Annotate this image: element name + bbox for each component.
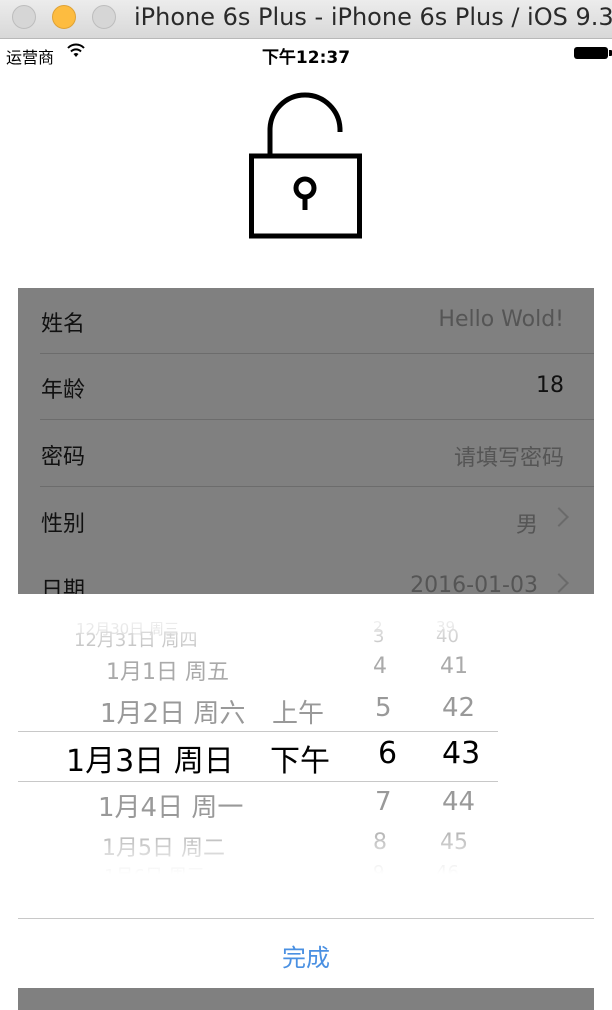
picker-minute-selected[interactable]: 43: [442, 736, 480, 771]
picker-hour-item[interactable]: 9: [373, 862, 384, 883]
profile-form: 姓名 Hello Wold! 年龄 18 密码 请填写密码 性别 男 日期 20…: [18, 288, 594, 594]
name-label: 姓名: [41, 312, 86, 337]
password-row[interactable]: 密码 请填写密码: [18, 421, 594, 487]
date-picker[interactable]: 12月30日 周三 12月31日 周四 1月1日 周五 1月2日 周六 1月3日…: [18, 594, 498, 884]
unlock-icon: [249, 92, 362, 239]
picker-date-item[interactable]: 1月5日 周二: [102, 830, 225, 862]
picker-date-item[interactable]: 12月31日 周四: [74, 626, 198, 652]
picker-date-selected[interactable]: 1月3日 周日: [66, 736, 234, 780]
picker-ampm-selected[interactable]: 下午: [270, 736, 330, 780]
name-row[interactable]: 姓名 Hello Wold!: [18, 288, 594, 354]
picker-minute-item[interactable]: 46: [436, 862, 459, 883]
chevron-right-icon: [549, 507, 569, 527]
picker-minute-item[interactable]: 44: [442, 787, 475, 817]
password-label: 密码: [41, 445, 86, 470]
picker-hour-item[interactable]: 5: [375, 693, 392, 723]
window-title: iPhone 6s Plus - iPhone 6s Plus / iOS 9.…: [134, 3, 612, 31]
date-row[interactable]: 日期 2016-01-03: [18, 554, 594, 594]
password-field[interactable]: 请填写密码: [454, 440, 564, 472]
row-divider: [40, 486, 594, 487]
zoom-window-button[interactable]: [92, 5, 116, 29]
picker-minute-item[interactable]: 41: [440, 654, 468, 679]
date-value: 2016-01-03: [410, 573, 538, 594]
picker-hour-item[interactable]: 7: [375, 787, 392, 817]
picker-minute-item[interactable]: 42: [442, 693, 475, 723]
gender-label: 性别: [41, 512, 86, 537]
close-window-button[interactable]: [12, 5, 36, 29]
picker-hour-item[interactable]: 3: [373, 626, 384, 647]
gender-value: 男: [515, 513, 538, 538]
picker-date-item[interactable]: 1月6日 周三: [104, 862, 205, 884]
age-value[interactable]: 18: [536, 373, 564, 398]
row-divider: [40, 419, 594, 420]
picker-hour-item[interactable]: 8: [373, 830, 387, 855]
picker-minute-item[interactable]: 40: [436, 626, 459, 647]
dimmed-background: [18, 988, 594, 1010]
picker-date-item[interactable]: 1月4日 周一: [98, 787, 243, 824]
status-bar: 运营商 下午12:37: [0, 39, 612, 69]
name-value[interactable]: Hello Wold!: [438, 307, 564, 332]
date-label: 日期: [41, 578, 86, 594]
done-button[interactable]: 完成: [18, 938, 594, 973]
age-row[interactable]: 年龄 18: [18, 354, 594, 420]
minimize-window-button[interactable]: [52, 5, 76, 29]
picker-hour-item[interactable]: 4: [373, 654, 387, 679]
picker-ampm-item[interactable]: 上午: [272, 693, 324, 730]
status-time: 下午12:37: [261, 48, 351, 68]
toolbar-divider: [18, 918, 594, 919]
battery-icon: [574, 47, 612, 59]
gender-row[interactable]: 性别 男: [18, 488, 594, 554]
chevron-right-icon: [549, 573, 569, 593]
window-title-bar: iPhone 6s Plus - iPhone 6s Plus / iOS 9.…: [0, 0, 612, 39]
picker-date-item[interactable]: 1月1日 周五: [106, 654, 229, 686]
picker-hour-selected[interactable]: 6: [378, 736, 397, 771]
picker-date-item[interactable]: 1月2日 周六: [100, 693, 245, 730]
age-label: 年龄: [41, 378, 86, 403]
picker-minute-item[interactable]: 45: [440, 830, 468, 855]
